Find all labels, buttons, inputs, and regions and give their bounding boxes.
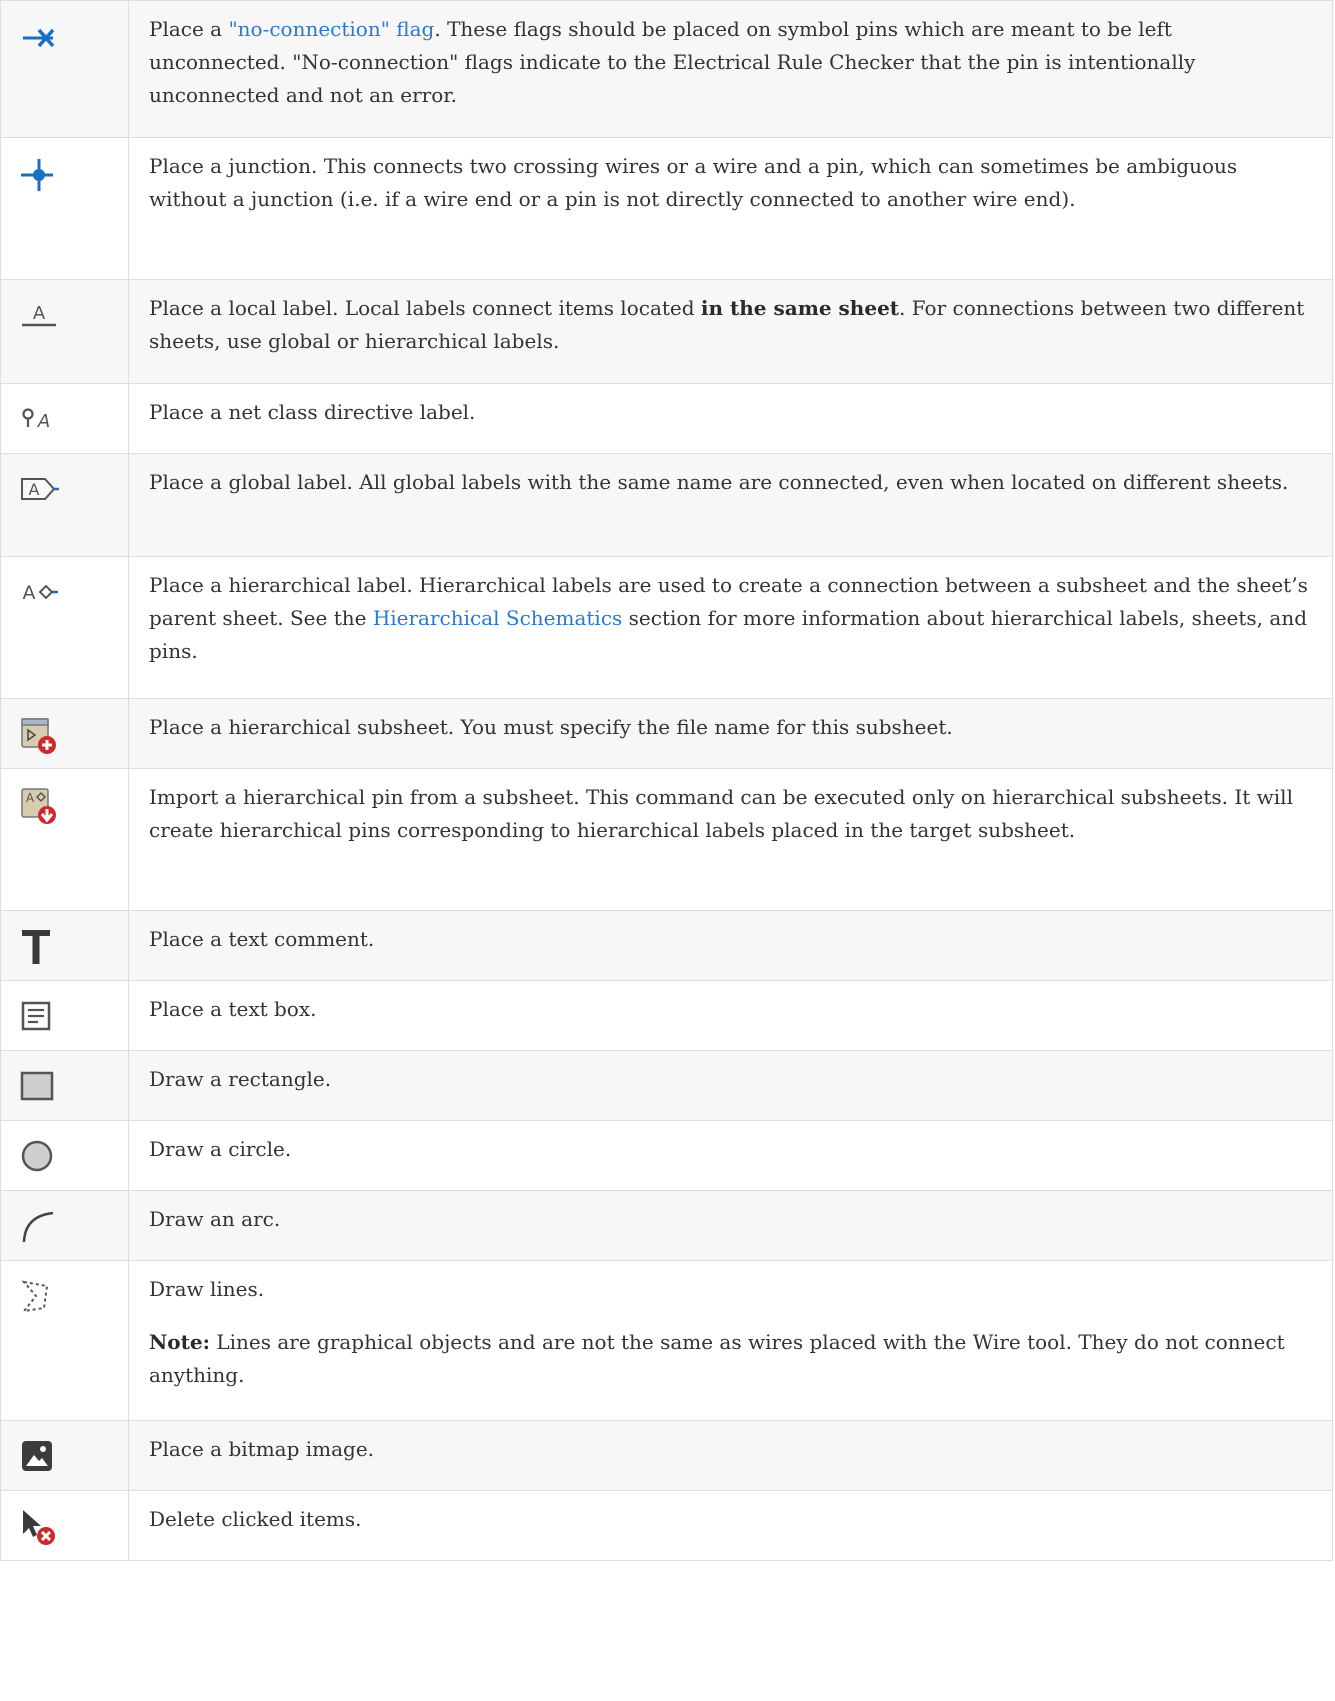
row-description: Place a bitmap image. — [128, 1420, 1333, 1491]
text-comment-icon — [19, 928, 59, 968]
svg-text:A: A — [26, 791, 35, 805]
row-description: Place a net class directive label. — [128, 383, 1333, 454]
delete-items-icon — [19, 1508, 59, 1548]
table-row: Draw an arc. — [0, 1190, 1333, 1261]
hierarchical-subsheet-icon — [19, 716, 59, 756]
table-row: A Place a net class directive label. — [0, 383, 1333, 454]
row-description: Place a junction. This connects two cros… — [128, 137, 1333, 280]
hierarchical-schematics-link[interactable]: Hierarchical Schematics — [373, 606, 622, 630]
hierarchical-label-icon: A — [19, 574, 59, 614]
no-connection-flag-icon — [19, 18, 59, 58]
junction-icon — [19, 155, 59, 195]
row-description: Place a "no-connection" flag. These flag… — [128, 0, 1333, 138]
row-description: Import a hierarchical pin from a subshee… — [128, 768, 1333, 911]
row-description: Draw a rectangle. — [128, 1050, 1333, 1121]
table-row: Draw a rectangle. — [0, 1050, 1333, 1121]
table-row: Place a text box. — [0, 980, 1333, 1051]
import-hierarchical-pin-icon: A — [19, 786, 59, 826]
table-row: A Place a global label. All global label… — [0, 453, 1333, 557]
table-row: Place a "no-connection" flag. These flag… — [0, 0, 1333, 138]
table-row: Place a bitmap image. — [0, 1420, 1333, 1491]
note-paragraph: Note: Lines are graphical objects and ar… — [149, 1330, 1285, 1387]
tool-reference-table: Place a "no-connection" flag. These flag… — [0, 0, 1333, 1561]
svg-text:A: A — [29, 480, 40, 499]
global-label-icon: A — [19, 471, 59, 511]
net-class-directive-icon: A — [19, 401, 59, 441]
table-row: A Import a hierarchical pin from a subsh… — [0, 768, 1333, 911]
row-description: Place a hierarchical label. Hierarchical… — [128, 556, 1333, 699]
no-connection-flag-link[interactable]: "no-connection" flag — [228, 17, 434, 41]
table-row: Place a junction. This connects two cros… — [0, 137, 1333, 280]
row-description: Place a local label. Local labels connec… — [128, 279, 1333, 384]
rectangle-icon — [19, 1068, 59, 1108]
table-row: Draw lines. Note: Lines are graphical ob… — [0, 1260, 1333, 1421]
row-description: Delete clicked items. — [128, 1490, 1333, 1561]
table-row: Place a text comment. — [0, 910, 1333, 981]
row-description: Place a text comment. — [128, 910, 1333, 981]
row-description: Place a text box. — [128, 980, 1333, 1051]
row-description: Place a global label. All global labels … — [128, 453, 1333, 557]
local-label-icon: A — [19, 297, 59, 337]
table-row: Place a hierarchical subsheet. You must … — [0, 698, 1333, 769]
row-description: Draw an arc. — [128, 1190, 1333, 1261]
table-row: A Place a local label. Local labels conn… — [0, 279, 1333, 384]
bitmap-image-icon — [19, 1438, 59, 1478]
svg-text:A: A — [37, 411, 50, 432]
circle-icon — [19, 1138, 59, 1178]
arc-icon — [19, 1208, 59, 1248]
table-row: Draw a circle. — [0, 1120, 1333, 1191]
svg-text:A: A — [23, 582, 36, 604]
table-row: Delete clicked items. — [0, 1490, 1333, 1561]
row-description: Draw a circle. — [128, 1120, 1333, 1191]
table-row: A Place a hierarchical label. Hierarchic… — [0, 556, 1333, 699]
row-description: Place a hierarchical subsheet. You must … — [128, 698, 1333, 769]
text-box-icon — [19, 998, 59, 1038]
svg-text:A: A — [33, 303, 46, 324]
lines-icon — [19, 1278, 59, 1318]
row-description: Draw lines. Note: Lines are graphical ob… — [128, 1260, 1333, 1421]
